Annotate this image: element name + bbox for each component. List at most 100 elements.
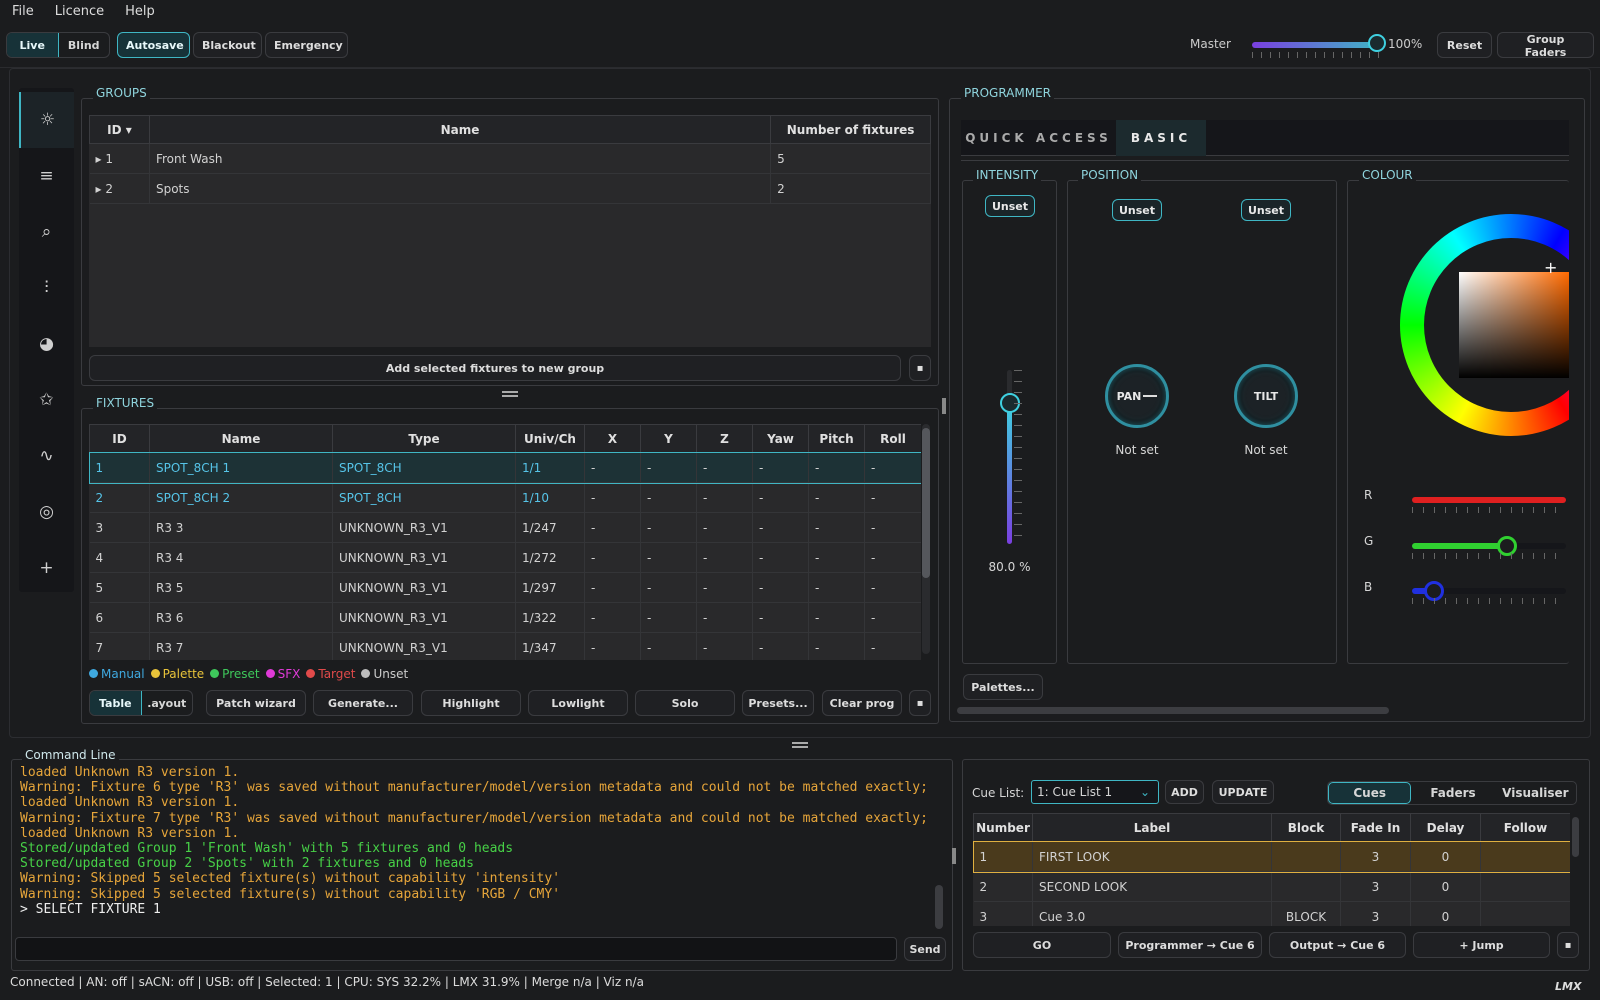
- live-blind-toggle[interactable]: Live Blind: [6, 32, 110, 58]
- fixtures-col[interactable]: Univ/Ch: [515, 424, 585, 453]
- table-row[interactable]: ▸ 2 Spots 2: [89, 173, 931, 204]
- fixtures-col[interactable]: X: [584, 424, 641, 453]
- intensity-fader[interactable]: [1000, 370, 1022, 544]
- groups-col-name[interactable]: Name: [148, 115, 772, 144]
- master-slider[interactable]: [1252, 34, 1386, 58]
- sidebar-search[interactable]: ⌕: [19, 204, 74, 260]
- fixtures-col[interactable]: Type: [332, 424, 516, 453]
- cue-delete-button[interactable]: ▪: [1557, 932, 1579, 958]
- highlight-button[interactable]: Highlight: [421, 690, 521, 716]
- fixtures-col[interactable]: Yaw: [752, 424, 809, 453]
- cue-list-select[interactable]: 1: Cue List 1 ⌄: [1031, 780, 1159, 804]
- lowlight-button[interactable]: Lowlight: [528, 690, 628, 716]
- live-button[interactable]: Live: [7, 33, 59, 57]
- table-row[interactable]: 5 R3 5 UNKNOWN_R3_V1 1/297- - - - - -: [89, 572, 921, 603]
- sidebar-bookmarks[interactable]: ✩: [19, 372, 74, 428]
- fixtures-col[interactable]: Name: [149, 424, 333, 453]
- tab-cues[interactable]: Cues: [1328, 782, 1412, 804]
- command-splitter[interactable]: [952, 848, 956, 864]
- output-to-cue-button[interactable]: Output → Cue 6: [1269, 932, 1406, 958]
- send-button[interactable]: Send: [904, 937, 946, 961]
- tilt-unset-button[interactable]: Unset: [1241, 199, 1291, 221]
- cue-col[interactable]: Follow: [1480, 813, 1570, 842]
- table-row[interactable]: 6 R3 6 UNKNOWN_R3_V1 1/322- - - - - -: [89, 602, 921, 633]
- solo-button[interactable]: Solo: [635, 690, 735, 716]
- groups-col-id[interactable]: ID ▾: [89, 115, 150, 144]
- fixtures-col[interactable]: Y: [640, 424, 697, 453]
- table-row[interactable]: 4 R3 4 UNKNOWN_R3_V1 1/272- - - - - -: [89, 542, 921, 573]
- generate-button[interactable]: Generate...: [313, 690, 413, 716]
- saturation-square[interactable]: [1459, 272, 1569, 378]
- cue-col[interactable]: Fade In: [1340, 813, 1411, 842]
- menu-licence[interactable]: Licence: [43, 4, 113, 19]
- blind-button[interactable]: Blind: [59, 33, 110, 57]
- fixtures-col[interactable]: Pitch: [808, 424, 865, 453]
- cue-col[interactable]: Block: [1271, 813, 1341, 842]
- tab-basic[interactable]: BASIC: [1116, 120, 1206, 156]
- command-input[interactable]: [15, 937, 897, 961]
- table-row[interactable]: 1 FIRST LOOK 3 0: [973, 840, 1570, 873]
- view-toggle[interactable]: Table .ayout: [89, 690, 193, 716]
- sidebar-fixtures[interactable]: ☼: [19, 92, 74, 148]
- group-faders-button[interactable]: Group Faders: [1497, 32, 1594, 59]
- tilt-knob[interactable]: TILT: [1234, 364, 1298, 428]
- sidebar-faders[interactable]: ⫶: [19, 260, 74, 316]
- table-row[interactable]: 7 R3 7 UNKNOWN_R3_V1 1/347- - - - - -: [89, 632, 921, 660]
- table-row[interactable]: 2 SECOND LOOK 3 0: [973, 871, 1570, 902]
- blackout-button[interactable]: Blackout: [193, 32, 262, 58]
- patch-wizard-button[interactable]: Patch wizard: [206, 690, 306, 716]
- reset-button[interactable]: Reset: [1437, 32, 1492, 58]
- cue-col[interactable]: Number: [973, 813, 1033, 842]
- table-row[interactable]: 2 SPOT_8CH 2 SPOT_8CH 1/10- - - - - -: [89, 482, 921, 513]
- table-row[interactable]: 3 Cue 3.0 BLOCK 3 0: [973, 901, 1570, 926]
- cue-col[interactable]: Label: [1032, 813, 1272, 842]
- table-row[interactable]: 3 R3 3 UNKNOWN_R3_V1 1/247- - - - - -: [89, 512, 921, 543]
- intensity-unset-button[interactable]: Unset: [985, 195, 1035, 217]
- tab-faders[interactable]: Faders: [1411, 782, 1494, 804]
- clear-prog-button[interactable]: Clear prog: [822, 690, 902, 716]
- add-to-group-button[interactable]: Add selected fixtures to new group: [89, 355, 901, 381]
- table-view-button[interactable]: Table: [90, 691, 142, 715]
- r-slider[interactable]: [1412, 496, 1566, 513]
- groups-col-count[interactable]: Number of fixtures: [770, 115, 931, 144]
- menu-help[interactable]: Help: [113, 4, 164, 19]
- splitter-handle[interactable]: [502, 391, 518, 397]
- b-slider[interactable]: [1412, 581, 1566, 604]
- table-row[interactable]: 1 SPOT_8CH 1 SPOT_8CH 1/1- - - - - -: [89, 451, 921, 484]
- palettes-button[interactable]: Palettes...: [963, 674, 1043, 700]
- bottom-splitter[interactable]: [792, 742, 808, 748]
- fixtures-delete-button[interactable]: ▪: [909, 690, 931, 716]
- presets-button[interactable]: Presets...: [742, 690, 814, 716]
- fixtures-scrollbar[interactable]: [922, 424, 930, 654]
- cue-add-button[interactable]: ADD: [1165, 780, 1204, 804]
- programmer-hscroll[interactable]: [957, 707, 1389, 714]
- sidebar-palette[interactable]: ◕: [19, 316, 74, 372]
- master-handle[interactable]: [1368, 34, 1386, 52]
- tab-quick-access[interactable]: QUICK ACCESS: [961, 120, 1116, 156]
- colour-wheel-area[interactable]: +: [1400, 212, 1569, 438]
- sidebar-cuelist[interactable]: ≡: [19, 148, 74, 204]
- emergency-button[interactable]: Emergency: [265, 32, 348, 58]
- sidebar-target[interactable]: ◎: [19, 484, 74, 540]
- sidebar-effects[interactable]: ∿: [19, 428, 74, 484]
- programmer-to-cue-button[interactable]: Programmer → Cue 6: [1118, 932, 1262, 958]
- go-button[interactable]: GO: [973, 932, 1111, 958]
- layout-view-button[interactable]: .ayout: [142, 691, 193, 715]
- log-scrollbar[interactable]: [935, 885, 943, 929]
- table-row[interactable]: ▸ 1 Front Wash 5: [89, 143, 931, 174]
- g-slider[interactable]: [1412, 536, 1566, 559]
- fixtures-col[interactable]: Roll: [864, 424, 921, 453]
- jump-button[interactable]: + Jump: [1413, 932, 1550, 958]
- tab-visualiser[interactable]: Visualiser: [1495, 782, 1576, 804]
- cue-update-button[interactable]: UPDATE: [1212, 780, 1274, 804]
- sidebar-add[interactable]: +: [19, 540, 74, 596]
- groups-delete-button[interactable]: ▪: [909, 355, 931, 381]
- autosave-button[interactable]: Autosave: [117, 32, 190, 58]
- vertical-splitter[interactable]: [942, 398, 946, 414]
- cue-col[interactable]: Delay: [1410, 813, 1481, 842]
- pan-knob[interactable]: PAN: [1105, 364, 1169, 428]
- fixtures-col[interactable]: Z: [696, 424, 753, 453]
- scrollbar-thumb[interactable]: [922, 428, 930, 578]
- fixtures-col[interactable]: ID: [89, 424, 150, 453]
- cue-scrollbar[interactable]: [1572, 817, 1579, 857]
